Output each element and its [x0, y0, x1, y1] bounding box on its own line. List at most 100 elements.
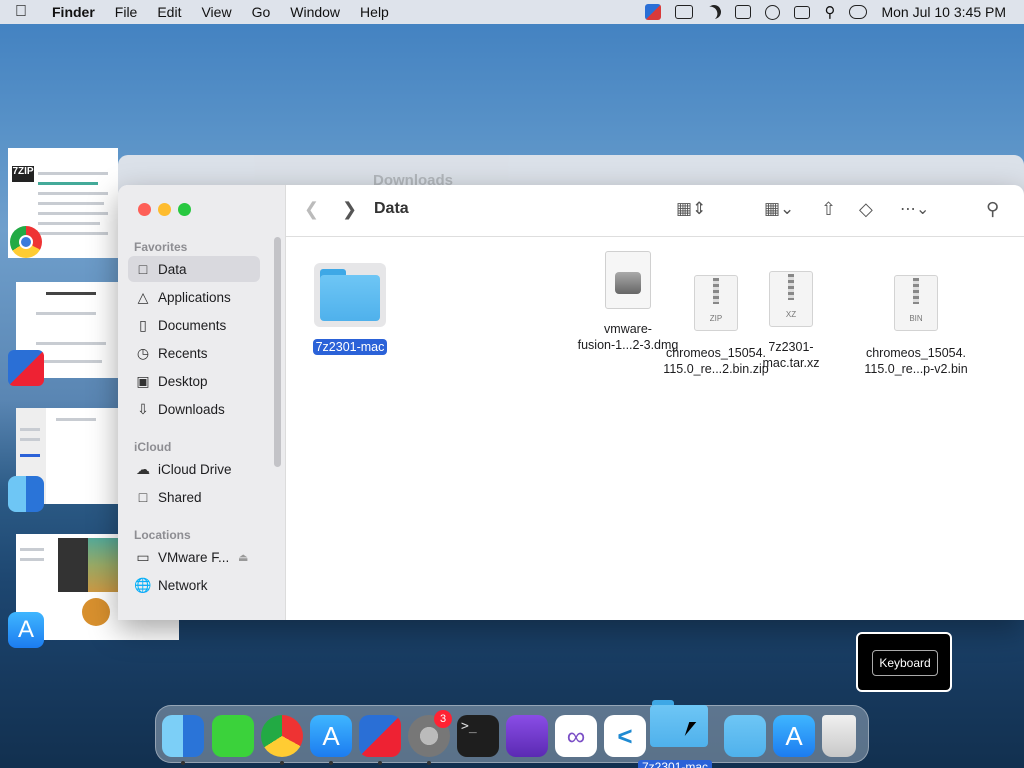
7zip-logo: 7ZIP [12, 166, 34, 182]
running-indicator [181, 761, 185, 765]
sidebar-item-downloads[interactable]: ⇩ Downloads [128, 396, 260, 422]
dragged-folder-icon[interactable] [650, 700, 710, 748]
chrome-dock-icon[interactable] [261, 715, 303, 757]
menu-file[interactable]: File [105, 4, 148, 20]
apple-configurator-dock-icon[interactable] [506, 715, 548, 757]
globe-icon: 🌐 [134, 576, 152, 593]
document-icon: ▯ [139, 316, 147, 333]
accessibility-icon[interactable] [765, 4, 781, 20]
sidebar-item-shared[interactable]: □ Shared [128, 484, 260, 510]
sidebar-item-documents[interactable]: ▯ Documents [128, 312, 260, 338]
cloud-icon: ☁ [136, 460, 150, 477]
display-icon[interactable] [675, 5, 694, 19]
parallels-app-icon[interactable] [8, 350, 44, 386]
download-icon: ⇩ [137, 400, 149, 417]
keyboard-popup: Keyboard [856, 632, 952, 692]
forward-button[interactable]: ❯ [342, 199, 357, 220]
file-item-7z2301-tar-xz[interactable]: XZ 7z2301- mac.tar.xz [750, 271, 832, 371]
spotlight-search-icon[interactable]: ⚲ [824, 3, 835, 21]
drive-icon: ▭ [136, 548, 150, 565]
file-name-line2: mac.tar.xz [762, 356, 820, 370]
focus-moon-icon[interactable] [705, 3, 724, 22]
zip-archive-icon: ZIP [694, 275, 738, 331]
notification-badge: 3 [434, 710, 452, 728]
sidebar-item-icloud-drive[interactable]: ☁ iCloud Drive [128, 456, 260, 482]
sidebar-item-network[interactable]: 🌐 Network [128, 572, 260, 598]
file-item-7z2301-mac-folder[interactable]: 7z2301-mac [310, 263, 390, 355]
back-button[interactable]: ❮ [304, 199, 319, 220]
sidebar-item-label: Desktop [158, 373, 208, 389]
sidebar-item-label: VMware F... [158, 549, 230, 565]
app-store-app-icon[interactable]: A [8, 612, 44, 648]
menu-go[interactable]: Go [242, 4, 281, 20]
xz-archive-icon: XZ [769, 271, 813, 327]
shared-folder-icon: □ [138, 489, 148, 505]
file-name-line2: 115.0_re...p-v2.bin [864, 362, 968, 376]
finder-toolbar: ❮ ❯ Data ▦⇕ ▦⌄ ⇧ ◇ ⋯⌄ ⚲ [286, 185, 1024, 237]
sidebar-item-data[interactable]: □ Data [128, 256, 260, 282]
file-name-line1: 7z2301- [768, 340, 814, 354]
tag-icon[interactable]: ◇ [859, 199, 873, 220]
window-title: Data [374, 200, 409, 217]
sidebar-item-label: Recents [158, 345, 208, 361]
finder-sidebar: Favorites □ Data △ Applications ▯ Docume… [118, 185, 286, 620]
vscode-dock-icon[interactable]: < [604, 715, 646, 757]
terminal-dock-icon[interactable]: >_ [457, 715, 499, 757]
sidebar-item-label: iCloud Drive [158, 461, 232, 477]
disk-image-icon [605, 251, 651, 309]
file-name: 7z2301-mac [312, 339, 388, 355]
sidebar-item-label: Data [158, 261, 187, 277]
zoom-window-button[interactable] [178, 203, 191, 216]
downloads-stack-dock-icon[interactable] [724, 715, 766, 757]
menu-window[interactable]: Window [280, 4, 350, 20]
app-store-dock-icon[interactable]: A [310, 715, 352, 757]
trash-dock-icon[interactable] [822, 715, 856, 757]
menu-help[interactable]: Help [350, 4, 399, 20]
sidebar-item-recents[interactable]: ◷ Recents [128, 340, 260, 366]
group-by-icon[interactable]: ▦⌄ [764, 199, 794, 219]
running-indicator [329, 761, 333, 765]
sidebar-scrollbar[interactable] [274, 237, 281, 467]
running-indicator [280, 761, 284, 765]
sidebar-locations-header: Locations [134, 528, 191, 542]
minimize-window-button[interactable] [158, 203, 171, 216]
menu-app-name[interactable]: Finder [42, 4, 105, 20]
file-item-chromeos-bin[interactable]: BIN chromeos_15054. 115.0_re...p-v2.bin [862, 275, 970, 377]
close-window-button[interactable] [138, 203, 151, 216]
vmware-status-icon[interactable] [645, 4, 662, 20]
search-icon[interactable]: ⚲ [986, 199, 999, 220]
bin-file-icon: BIN [894, 275, 938, 331]
file-name-line1: chromeos_15054. [865, 346, 967, 360]
sidebar-item-label: Applications [158, 289, 231, 305]
sketchbook-dock-icon[interactable] [212, 715, 254, 757]
chrome-app-icon[interactable] [10, 226, 42, 258]
apple-menu-icon[interactable]:  [0, 3, 42, 21]
sidebar-icloud-header: iCloud [134, 440, 172, 454]
finder-dock-icon[interactable] [162, 715, 204, 757]
eject-icon[interactable]: ⏏ [238, 551, 248, 564]
menu-view[interactable]: View [191, 4, 241, 20]
sidebar-item-desktop[interactable]: ▣ Desktop [128, 368, 260, 394]
more-actions-icon[interactable]: ⋯⌄ [900, 199, 929, 219]
finder-window: Favorites □ Data △ Applications ▯ Docume… [118, 185, 1024, 620]
stage-manager-icon[interactable] [735, 5, 752, 19]
visual-studio-dock-icon[interactable]: ∞ [555, 715, 597, 757]
sidebar-item-label: Downloads [158, 401, 225, 417]
control-center-icon[interactable] [849, 5, 868, 19]
menu-bar:  Finder File Edit View Go Window Help ⚲… [0, 0, 1024, 24]
finder-app-icon[interactable] [8, 476, 44, 512]
parallels-dock-icon[interactable] [359, 715, 401, 757]
keyboard-button[interactable]: Keyboard [872, 650, 938, 676]
clock-icon: ◷ [136, 344, 150, 361]
running-indicator [378, 761, 382, 765]
menu-edit[interactable]: Edit [147, 4, 191, 20]
share-icon[interactable]: ⇧ [821, 199, 836, 220]
sidebar-item-applications[interactable]: △ Applications [128, 284, 260, 310]
screen-mirroring-icon[interactable] [794, 5, 811, 19]
desktop-icon: ▣ [136, 372, 150, 389]
sidebar-item-label: Documents [158, 317, 227, 333]
app-store-stack-dock-icon[interactable]: A [773, 715, 815, 757]
menu-clock[interactable]: Mon Jul 10 3:45 PM [881, 4, 1006, 20]
sidebar-favorites-header: Favorites [134, 240, 188, 254]
view-mode-icon[interactable]: ▦⇕ [676, 199, 706, 219]
